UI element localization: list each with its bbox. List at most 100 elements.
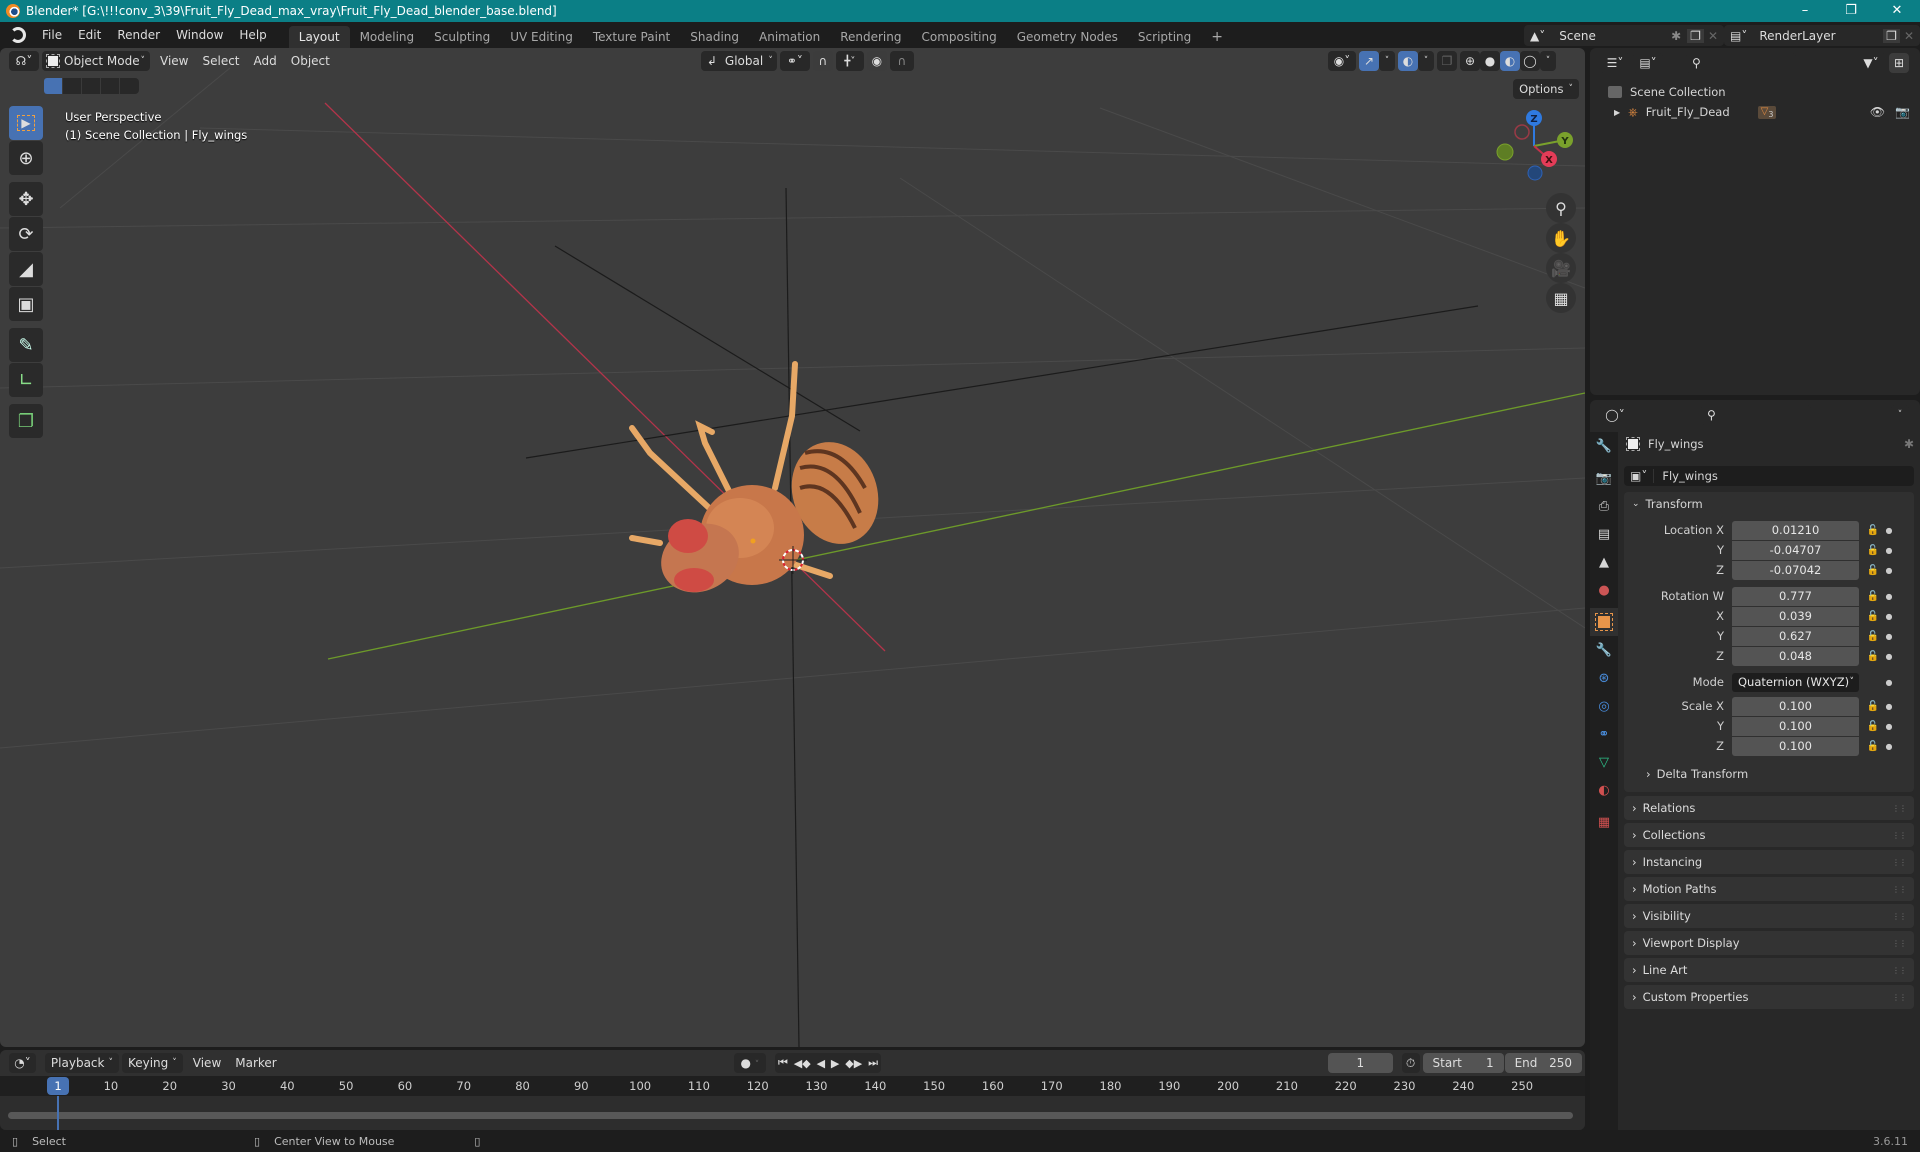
- rotation-x-field[interactable]: 0.039: [1732, 606, 1859, 626]
- transform-panel-header[interactable]: ⌄ Transform: [1624, 492, 1914, 516]
- shading-material-preview[interactable]: ◐: [1500, 51, 1520, 71]
- remove-view-layer-icon[interactable]: ✕: [1904, 29, 1914, 43]
- keyframe-dot-icon[interactable]: ●: [1883, 678, 1895, 687]
- panel-relations[interactable]: › Relations ⋮⋮: [1624, 796, 1914, 820]
- play-reverse-icon[interactable]: ◀: [817, 1057, 825, 1070]
- keyframe-dot-icon[interactable]: ●: [1883, 592, 1895, 601]
- pin-icon[interactable]: ✱: [1671, 29, 1681, 43]
- blender-logo-icon[interactable]: [10, 27, 26, 43]
- fruit-fly-model[interactable]: [629, 361, 892, 605]
- current-frame-field[interactable]: 1: [1327, 1053, 1393, 1073]
- location-z-field[interactable]: -0.07042: [1732, 560, 1859, 580]
- navigation-gizmo[interactable]: Z Y X: [1496, 110, 1573, 181]
- playhead-line[interactable]: [57, 1096, 59, 1130]
- keyframe-dot-icon[interactable]: ●: [1883, 722, 1895, 731]
- tab-view-layer[interactable]: ▤: [1590, 520, 1618, 548]
- viewport-menu-object[interactable]: Object: [284, 54, 337, 68]
- menu-file[interactable]: File: [34, 22, 70, 48]
- properties-editor-type[interactable]: ◯˅: [1600, 405, 1630, 425]
- keyframe-dot-icon[interactable]: ●: [1883, 612, 1895, 621]
- maximize-button[interactable]: ❐: [1828, 0, 1874, 22]
- play-icon[interactable]: ▶: [831, 1057, 839, 1070]
- tab-animation[interactable]: Animation: [749, 26, 830, 48]
- tab-modifiers[interactable]: 🔧: [1590, 636, 1618, 664]
- lock-icon[interactable]: 🔓: [1863, 525, 1883, 536]
- pivot-point-dropdown[interactable]: ⚭˅: [779, 51, 810, 71]
- pan-button[interactable]: ✋: [1546, 223, 1576, 253]
- select-invert-mode[interactable]: [101, 78, 120, 94]
- rotation-y-field[interactable]: 0.627: [1732, 626, 1859, 646]
- keyframe-dot-icon[interactable]: ●: [1883, 742, 1895, 751]
- menu-render[interactable]: Render: [109, 22, 168, 48]
- keying-dropdown[interactable]: Keying ˅: [121, 1053, 183, 1073]
- mode-dropdown[interactable]: Object Mode ˅: [42, 51, 150, 71]
- tab-texture-paint[interactable]: Texture Paint: [583, 26, 680, 48]
- rotation-w-field[interactable]: 0.777: [1732, 586, 1859, 606]
- tool-cursor[interactable]: ⊕: [9, 141, 43, 175]
- scene-name[interactable]: Scene: [1559, 29, 1671, 43]
- visibility-dropdown[interactable]: ◉˅: [1328, 51, 1356, 71]
- gizmo-neg-x[interactable]: [1514, 124, 1530, 140]
- object-name-field[interactable]: ▣˅ Fly_wings: [1624, 466, 1914, 486]
- prev-keyframe-icon[interactable]: ◀◆: [794, 1057, 811, 1070]
- jump-to-start-icon[interactable]: ⏮: [778, 1056, 788, 1070]
- viewport-menu-add[interactable]: Add: [247, 54, 284, 68]
- scene-selector[interactable]: ▲˅ Scene ✱ ❐ ✕: [1524, 25, 1724, 46]
- view-layer-name[interactable]: RenderLayer: [1759, 29, 1883, 43]
- panel-motion-paths[interactable]: › Motion Paths ⋮⋮: [1624, 877, 1914, 901]
- menu-edit[interactable]: Edit: [70, 22, 109, 48]
- timeline-scrollbar[interactable]: [8, 1112, 1573, 1119]
- lock-icon[interactable]: 🔓: [1863, 611, 1883, 622]
- shading-dropdown[interactable]: ˅: [1540, 51, 1556, 71]
- menu-help[interactable]: Help: [231, 22, 274, 48]
- location-x-field[interactable]: 0.01210: [1732, 520, 1859, 540]
- location-y-field[interactable]: -0.04707: [1732, 540, 1859, 560]
- tab-sculpting[interactable]: Sculpting: [424, 26, 500, 48]
- jump-to-end-icon[interactable]: ⏭: [868, 1056, 878, 1070]
- ortho-toggle-button[interactable]: ▦: [1546, 283, 1576, 313]
- transform-orientation-dropdown[interactable]: ↲ Global ˅: [700, 51, 777, 71]
- tool-select-box[interactable]: ▶: [9, 106, 43, 140]
- viewport-menu-view[interactable]: View: [153, 54, 195, 68]
- drag-grip-icon[interactable]: ⋮⋮: [1892, 804, 1907, 813]
- shading-rendered[interactable]: ◯: [1520, 51, 1540, 71]
- tab-constraints[interactable]: ⚭: [1590, 720, 1618, 748]
- rotation-mode-dropdown[interactable]: Quaternion (WXYZ) ˅: [1732, 672, 1859, 692]
- minimize-button[interactable]: –: [1782, 0, 1828, 22]
- 3d-viewport[interactable]: Z Y X ☊˅ Object Mode ˅ View Select Add O…: [0, 48, 1585, 1047]
- next-keyframe-icon[interactable]: ◆▶: [845, 1057, 862, 1070]
- tab-physics[interactable]: ◎: [1590, 692, 1618, 720]
- panel-line-art[interactable]: › Line Art ⋮⋮: [1624, 958, 1914, 982]
- drag-grip-icon[interactable]: ⋮⋮: [1892, 912, 1907, 921]
- tool-scale[interactable]: ◢: [9, 252, 43, 286]
- auto-keying-toggle[interactable]: ● ˅: [733, 1053, 767, 1073]
- gizmo-neg-z[interactable]: [1527, 165, 1543, 181]
- tab-world[interactable]: ●: [1590, 576, 1618, 604]
- lock-icon[interactable]: 🔓: [1863, 631, 1883, 642]
- properties-search-input[interactable]: ⚲: [1701, 405, 1811, 425]
- lock-icon[interactable]: 🔓: [1863, 721, 1883, 732]
- rotation-z-field[interactable]: 0.048: [1732, 646, 1859, 666]
- select-subtract-mode[interactable]: [82, 78, 101, 94]
- keyframe-dot-icon[interactable]: ●: [1883, 702, 1895, 711]
- new-view-layer-icon[interactable]: ❐: [1883, 28, 1900, 43]
- tab-object[interactable]: [1590, 608, 1618, 636]
- lock-icon[interactable]: 🔓: [1863, 565, 1883, 576]
- view-layer-selector[interactable]: ▤˅ RenderLayer ❐ ✕: [1724, 25, 1920, 46]
- playhead-frame-indicator[interactable]: 1: [47, 1077, 69, 1095]
- drag-grip-icon[interactable]: ⋮⋮: [1892, 993, 1907, 1002]
- lock-icon[interactable]: 🔓: [1863, 701, 1883, 712]
- tool-annotate[interactable]: ✎: [9, 328, 43, 362]
- gizmo-toggle[interactable]: ↗: [1359, 51, 1379, 71]
- panel-instancing[interactable]: › Instancing ⋮⋮: [1624, 850, 1914, 874]
- keyframe-dot-icon[interactable]: ●: [1883, 652, 1895, 661]
- options-dropdown[interactable]: Options ˅: [1513, 79, 1579, 99]
- select-intersect-mode[interactable]: [120, 78, 139, 94]
- outliner-row-scene-collection[interactable]: Scene Collection: [1608, 82, 1726, 102]
- keyframe-dot-icon[interactable]: ●: [1883, 632, 1895, 641]
- tab-scripting[interactable]: Scripting: [1128, 26, 1201, 48]
- remove-scene-icon[interactable]: ✕: [1708, 29, 1718, 43]
- camera-view-button[interactable]: 🎥: [1546, 253, 1576, 283]
- tab-scene[interactable]: ▲: [1590, 548, 1618, 576]
- end-frame-field[interactable]: End 250: [1504, 1053, 1583, 1073]
